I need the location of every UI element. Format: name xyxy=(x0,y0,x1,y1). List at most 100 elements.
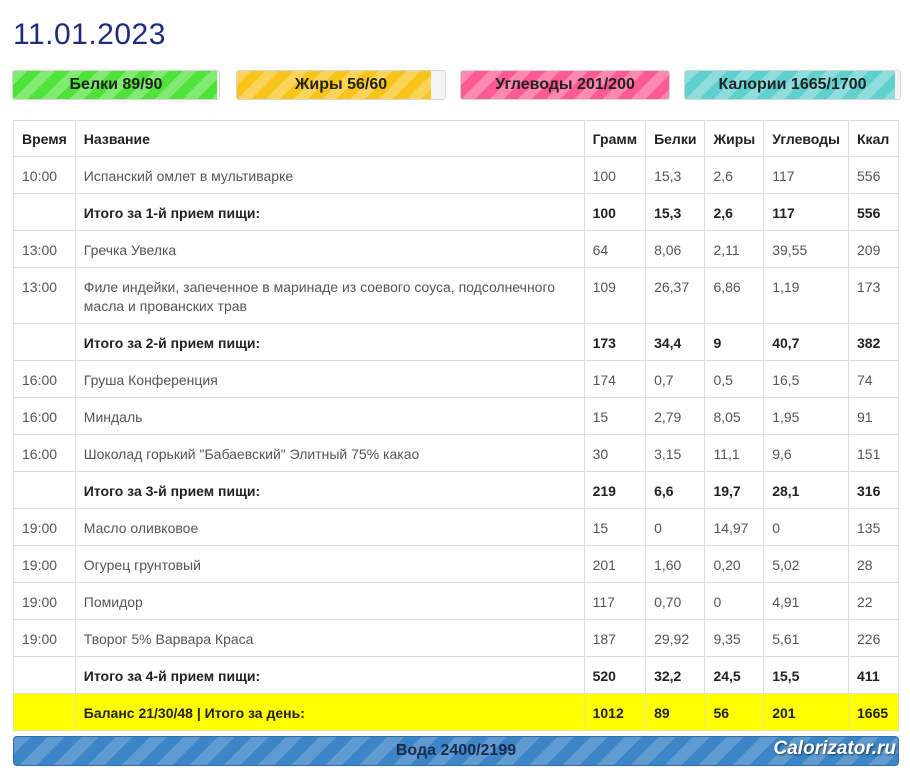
cell-protein: 89 xyxy=(645,693,706,731)
cell-time: 13:00 xyxy=(13,230,76,268)
cell-name: Шоколад горький "Бабаевский" Элитный 75%… xyxy=(74,434,585,472)
cell-fat: 0,5 xyxy=(704,360,765,398)
cell-name: Помидор xyxy=(74,582,585,620)
table-row: 13:00 Гречка Увелка 64 8,06 2,11 39,55 209 xyxy=(13,230,899,268)
cell-name: Баланс 21/30/48 | Итого за день: xyxy=(74,693,585,731)
table-row: 19:00 Масло оливковое 15 0 14,97 0 135 xyxy=(13,508,899,546)
cell-protein: 15,3 xyxy=(645,156,706,194)
cell-time: 19:00 xyxy=(13,582,76,620)
cell-fat: 19,7 xyxy=(704,471,765,509)
cell-grams: 30 xyxy=(583,434,647,472)
header-kcal: Ккал xyxy=(848,120,899,157)
cell-grams: 100 xyxy=(583,193,647,231)
day-total-row: Баланс 21/30/48 | Итого за день: 1012 89 56… xyxy=(13,693,899,731)
water-progress-label: Вода 2400/2199 xyxy=(395,742,517,759)
cell-kcal: 556 xyxy=(848,193,899,231)
cell-grams: 219 xyxy=(583,471,647,509)
cell-grams: 100 xyxy=(583,156,647,194)
cell-fat: 2,11 xyxy=(704,230,765,268)
cell-time xyxy=(13,323,76,361)
cell-protein: 15,3 xyxy=(645,193,706,231)
cell-grams: 174 xyxy=(583,360,647,398)
carbs-progress-label: Углеводы 201/200 xyxy=(495,76,635,93)
cell-fat: 6,86 xyxy=(704,267,765,324)
fat-progress-bar: Жиры 56/60 xyxy=(236,70,446,100)
cell-grams: 15 xyxy=(583,508,647,546)
table-row: 16:00 Груша Конференция 174 0,7 0,5 16,5 74 xyxy=(13,360,899,398)
carbs-progress-bar: Углеводы 201/200 xyxy=(460,70,670,100)
cell-protein: 34,4 xyxy=(645,323,706,361)
header-carbs: Углеводы xyxy=(763,120,850,157)
cell-time: 19:00 xyxy=(13,545,76,583)
cell-grams: 117 xyxy=(583,582,647,620)
cell-kcal: 556 xyxy=(848,156,899,194)
meal-total-row: Итого за 3-й прием пищи: 219 6,6 19,7 28,1 31… xyxy=(13,471,899,509)
cell-grams: 520 xyxy=(583,656,647,694)
cell-fat: 56 xyxy=(704,693,765,731)
cell-fat: 9,35 xyxy=(704,619,765,657)
page-date: 11.01.2023 xyxy=(13,18,166,51)
cell-grams: 187 xyxy=(583,619,647,657)
cell-grams: 15 xyxy=(583,397,647,435)
cell-time xyxy=(13,693,76,731)
fat-progress-label: Жиры 56/60 xyxy=(294,76,388,93)
cell-carbs: 16,5 xyxy=(763,360,850,398)
cell-name: Гречка Увелка xyxy=(74,230,585,268)
calories-progress-bar: Калории 1665/1700 xyxy=(684,70,901,100)
cell-fat: 2,6 xyxy=(704,156,765,194)
cell-fat: 2,6 xyxy=(704,193,765,231)
cell-grams: 201 xyxy=(583,545,647,583)
cell-name: Итого за 4-й прием пищи: xyxy=(74,656,585,694)
cell-kcal: 135 xyxy=(848,508,899,546)
cell-carbs: 117 xyxy=(763,193,850,231)
header-fat: Жиры xyxy=(704,120,765,157)
cell-name: Миндаль xyxy=(74,397,585,435)
cell-protein: 2,79 xyxy=(645,397,706,435)
cell-carbs: 9,6 xyxy=(763,434,850,472)
cell-name: Масло оливковое xyxy=(74,508,585,546)
table-row: 16:00 Миндаль 15 2,79 8,05 1,95 91 xyxy=(13,397,899,435)
food-diary-table: Время Название Грамм Белки Жиры Углеводы… xyxy=(13,120,899,731)
header-grams: Грамм xyxy=(583,120,647,157)
cell-time: 19:00 xyxy=(13,619,76,657)
cell-protein: 6,6 xyxy=(645,471,706,509)
cell-kcal: 173 xyxy=(848,267,899,324)
cell-protein: 26,37 xyxy=(645,267,706,324)
cell-fat: 8,05 xyxy=(704,397,765,435)
cell-carbs: 201 xyxy=(763,693,850,731)
cell-protein: 0,70 xyxy=(645,582,706,620)
cell-time xyxy=(13,471,76,509)
protein-progress-bar: Белки 89/90 xyxy=(12,70,220,100)
cell-kcal: 209 xyxy=(848,230,899,268)
table-row: 13:00 Филе индейки, запеченное в маринаде… xyxy=(13,267,899,324)
site-watermark: Calorizator.ru xyxy=(773,738,896,759)
meal-total-row: Итого за 1-й прием пищи: 100 15,3 2,6 117 556 xyxy=(13,193,899,231)
cell-carbs: 15,5 xyxy=(763,656,850,694)
cell-kcal: 28 xyxy=(848,545,899,583)
cell-fat: 9 xyxy=(704,323,765,361)
cell-kcal: 91 xyxy=(848,397,899,435)
table-row: 19:00 Творог 5% Варвара Краса 187 29,92 9,35… xyxy=(13,619,899,657)
cell-carbs: 5,61 xyxy=(763,619,850,657)
table-row: 19:00 Огурец грунтовый 201 1,60 0,20 5,02 28 xyxy=(13,545,899,583)
cell-time: 16:00 xyxy=(13,434,76,472)
cell-carbs: 117 xyxy=(763,156,850,194)
macro-progress-bars: Белки 89/90 Жиры 56/60 Углеводы 201/200 … xyxy=(12,70,902,102)
table-body: 10:00 Испанский омлет в мультиварке 100 15,… xyxy=(13,156,899,731)
cell-carbs: 5,02 xyxy=(763,545,850,583)
cell-protein: 1,60 xyxy=(645,545,706,583)
cell-name: Филе индейки, запеченное в маринаде из с… xyxy=(74,267,585,324)
cell-time: 13:00 xyxy=(13,267,76,324)
cell-name: Итого за 2-й прием пищи: xyxy=(74,323,585,361)
cell-time: 10:00 xyxy=(13,156,76,194)
cell-time: 16:00 xyxy=(13,360,76,398)
cell-fat: 0,20 xyxy=(704,545,765,583)
cell-protein: 3,15 xyxy=(645,434,706,472)
cell-fat: 11,1 xyxy=(704,434,765,472)
protein-progress-label: Белки 89/90 xyxy=(69,76,163,93)
cell-kcal: 316 xyxy=(848,471,899,509)
cell-carbs: 0 xyxy=(763,508,850,546)
cell-carbs: 40,7 xyxy=(763,323,850,361)
cell-fat: 24,5 xyxy=(704,656,765,694)
cell-grams: 173 xyxy=(583,323,647,361)
